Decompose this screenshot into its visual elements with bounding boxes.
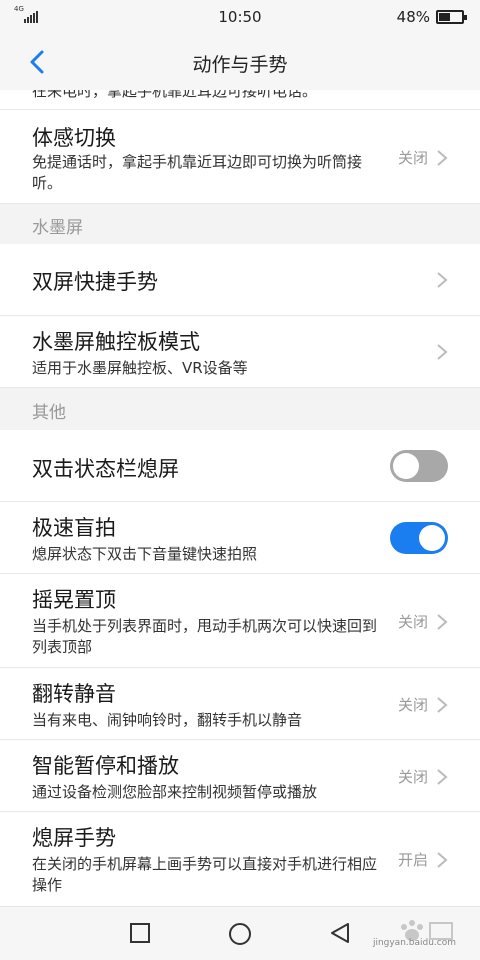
list-item-quick-shot[interactable]: 极速盲拍 熄屏状态下双击下音量键快速拍照 xyxy=(0,502,480,574)
section-header-other: 其他 xyxy=(0,388,480,430)
double-tap-toggle[interactable] xyxy=(390,450,448,482)
list-item-off-screen-gesture[interactable]: 熄屏手势 在关闭的手机屏幕上画手势可以直接对手机进行相应操作 开启 xyxy=(0,812,480,906)
section-label: 水墨屏 xyxy=(32,218,83,238)
row-title: 摇晃置顶 xyxy=(32,588,116,612)
chevron-right-icon xyxy=(437,272,448,288)
row-subtitle: 免提通话时，拿起手机靠近耳边即可切换为听筒接听。 xyxy=(32,153,363,192)
battery-fill xyxy=(439,13,450,21)
settings-list: 在来电时，拿起手机靠近耳边可接听电话。 体感切换 免提通话时，拿起手机靠近耳边即… xyxy=(0,90,480,906)
chevron-right-icon xyxy=(437,852,448,868)
row-value: 关闭 xyxy=(397,149,428,167)
row-subtitle: 熄屏状态下双击下音量键快速拍照 xyxy=(32,545,258,563)
row-subtitle: 在来电时，拿起手机靠近耳边可接听电话。 xyxy=(32,90,318,100)
watermark-text: jingyan.baidu.com xyxy=(372,938,456,948)
list-item-ink-touchpad[interactable]: 水墨屏触控板模式 适用于水墨屏触控板、VR设备等 xyxy=(0,316,480,388)
row-value: 开启 xyxy=(397,851,428,869)
row-subtitle: 通过设备检测您脸部来控制视频暂停或播放 xyxy=(32,783,318,801)
list-item-motion-switch[interactable]: 体感切换 免提通话时，拿起手机靠近耳边即可切换为听筒接听。 关闭 xyxy=(0,110,480,204)
row-title: 智能暂停和播放 xyxy=(32,754,179,778)
battery-percent: 48% xyxy=(396,8,430,26)
row-title: 体感切换 xyxy=(32,126,116,150)
row-subtitle: 在关闭的手机屏幕上画手势可以直接对手机进行相应操作 xyxy=(32,855,378,894)
page-title: 动作与手势 xyxy=(192,54,288,76)
list-item-dual-screen[interactable]: 双屏快捷手势 xyxy=(0,244,480,316)
row-title: 双屏快捷手势 xyxy=(32,270,158,294)
row-value: 关闭 xyxy=(397,768,428,786)
row-value: 关闭 xyxy=(397,613,428,631)
row-subtitle: 适用于水墨屏触控板、VR设备等 xyxy=(32,359,248,377)
system-nav-bar: jingyan.baidu.com xyxy=(0,906,480,960)
toggle-knob xyxy=(393,453,419,479)
status-bar: 4G 10:50 48% xyxy=(0,0,480,34)
header: 动作与手势 xyxy=(0,34,480,90)
section-header-ink: 水墨屏 xyxy=(0,204,480,244)
row-subtitle: 当手机处于列表界面时，甩动手机两次可以快速回到列表顶部 xyxy=(32,617,378,656)
chevron-right-icon xyxy=(437,769,448,785)
quick-shot-toggle[interactable] xyxy=(390,522,448,554)
row-title: 熄屏手势 xyxy=(32,826,116,850)
row-title: 翻转静音 xyxy=(32,682,116,706)
list-item-flip-mute[interactable]: 翻转静音 当有来电、闹钟响铃时，翻转手机以静音 关闭 xyxy=(0,668,480,740)
row-title: 水墨屏触控板模式 xyxy=(32,330,200,354)
chevron-right-icon xyxy=(437,697,448,713)
recent-apps-icon[interactable] xyxy=(128,921,152,945)
row-title: 双击状态栏熄屏 xyxy=(32,457,179,481)
back-icon[interactable] xyxy=(328,921,352,945)
toggle-knob xyxy=(419,525,445,551)
chevron-right-icon xyxy=(437,614,448,630)
row-title: 极速盲拍 xyxy=(32,516,116,540)
list-item-double-tap-status[interactable]: 双击状态栏熄屏 xyxy=(0,430,480,502)
list-item-smart-pause[interactable]: 智能暂停和播放 通过设备检测您脸部来控制视频暂停或播放 关闭 xyxy=(0,740,480,812)
list-item-answer-partial[interactable]: 在来电时，拿起手机靠近耳边可接听电话。 xyxy=(0,90,480,110)
row-value: 关闭 xyxy=(397,696,428,714)
chevron-right-icon xyxy=(437,150,448,166)
home-icon[interactable] xyxy=(227,921,253,947)
battery-icon xyxy=(436,10,467,24)
row-subtitle: 当有来电、闹钟响铃时，翻转手机以静音 xyxy=(32,711,303,729)
chevron-right-icon xyxy=(437,344,448,360)
section-label: 其他 xyxy=(32,403,66,423)
list-item-shake-top[interactable]: 摇晃置顶 当手机处于列表界面时，甩动手机两次可以快速回到列表顶部 关闭 xyxy=(0,574,480,668)
